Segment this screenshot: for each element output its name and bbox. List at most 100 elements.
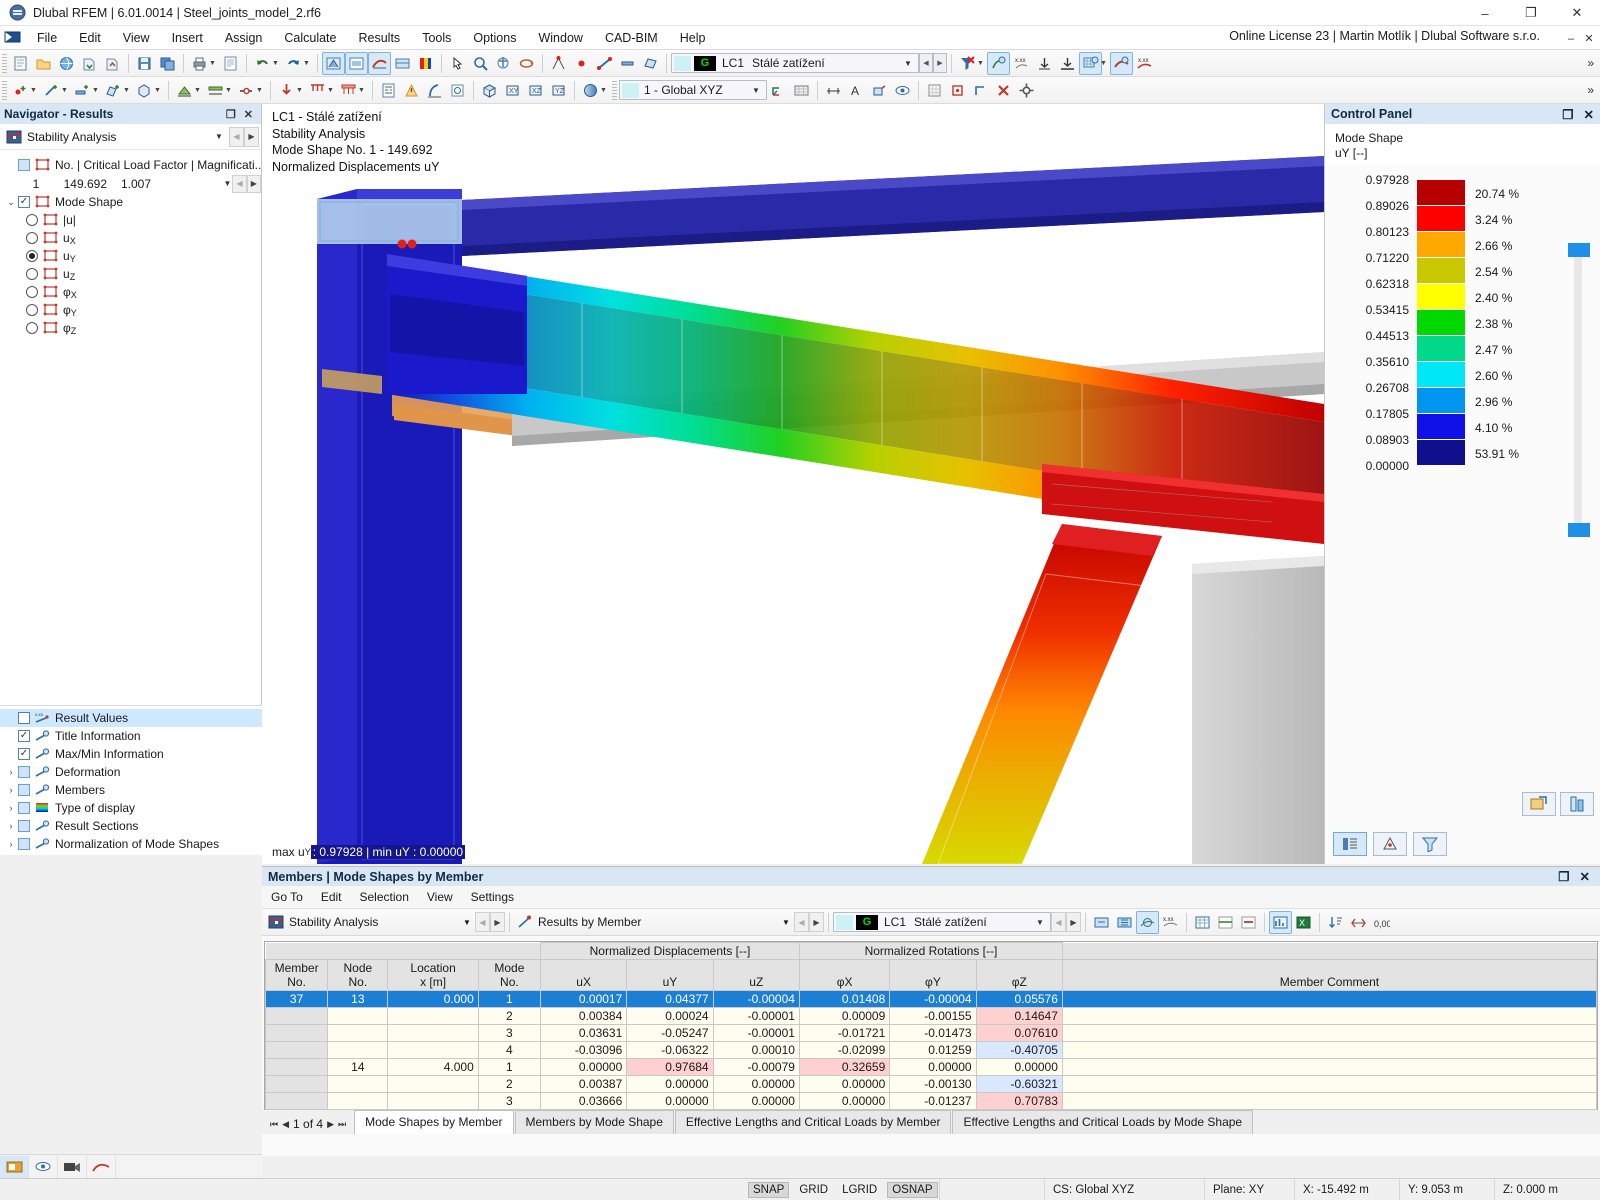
- table-select-all-icon[interactable]: [1113, 911, 1136, 934]
- surface-load-caret-icon[interactable]: ▼: [357, 87, 366, 94]
- legend-bar-0[interactable]: [1417, 180, 1465, 206]
- table-load-case-combobox[interactable]: G LC1 Stálé zatížení ▼: [833, 912, 1051, 932]
- rendering-mode-caret-icon[interactable]: ▼: [599, 87, 608, 94]
- legend-bar-2[interactable]: [1417, 232, 1465, 258]
- show-surfaces-icon[interactable]: [391, 52, 414, 75]
- menu-edit[interactable]: Edit: [68, 28, 112, 48]
- table-show-values-icon[interactable]: [1136, 911, 1159, 934]
- menu-help[interactable]: Help: [669, 28, 717, 48]
- tab-members-by-mode-shape[interactable]: Members by Mode Shape: [515, 1110, 674, 1134]
- legend-slider-bottom-handle[interactable]: [1568, 523, 1590, 537]
- view-xz-icon[interactable]: XZ: [524, 79, 547, 102]
- new-file-icon[interactable]: [9, 52, 32, 75]
- table-menu-settings[interactable]: Settings: [462, 888, 523, 906]
- nodal-support-caret-icon[interactable]: ▼: [193, 87, 202, 94]
- table-filter-icon[interactable]: [1191, 911, 1214, 934]
- table-optimize-icon[interactable]: [1347, 911, 1370, 934]
- chevron-down-icon[interactable]: ▼: [459, 918, 475, 927]
- lgrid-toggle[interactable]: LGRID: [838, 1183, 881, 1197]
- display-item-deformation[interactable]: › Deformation: [0, 763, 262, 781]
- legend-bar-5[interactable]: [1417, 310, 1465, 336]
- result-diagram-icon[interactable]: [1110, 52, 1133, 75]
- table-analysis-selector[interactable]: Stability Analysis: [289, 915, 459, 929]
- members-checkbox[interactable]: [18, 784, 30, 796]
- table-delete-row-icon[interactable]: [1237, 911, 1260, 934]
- table-menu-selection[interactable]: Selection: [351, 888, 418, 906]
- results-table-restore-icon[interactable]: ❐: [1558, 869, 1569, 884]
- diagram-icon[interactable]: [87, 1156, 116, 1178]
- document-close-button[interactable]: ✕: [1580, 30, 1598, 47]
- col-uy[interactable]: uY: [627, 960, 713, 991]
- export-icon[interactable]: [101, 52, 124, 75]
- col-mode-no[interactable]: ModeNo.: [478, 960, 540, 991]
- radio-phix[interactable]: [26, 286, 38, 298]
- new-surface-caret-icon[interactable]: ▼: [122, 87, 131, 94]
- col-location[interactable]: Locationx [m]: [388, 960, 478, 991]
- result-sections-checkbox[interactable]: [18, 820, 30, 832]
- chevron-right-icon[interactable]: ›: [4, 821, 18, 831]
- video-camera-icon[interactable]: [58, 1156, 87, 1178]
- table-menu-go-to[interactable]: Go To: [262, 888, 312, 906]
- col-phiz[interactable]: φZ: [976, 960, 1062, 991]
- results-on-members-icon[interactable]: [1033, 52, 1056, 75]
- pager-first-button[interactable]: ⏮: [270, 1119, 278, 1130]
- open-file-icon[interactable]: [32, 52, 55, 75]
- tab-mode-shapes-by-member[interactable]: Mode Shapes by Member: [354, 1110, 513, 1134]
- display-item-members[interactable]: › Members: [0, 781, 262, 799]
- toolbar-overflow-button[interactable]: »: [1587, 83, 1594, 97]
- pager-last-button[interactable]: ⏭: [338, 1119, 346, 1130]
- navigator-restore-icon[interactable]: ❐: [226, 108, 236, 121]
- table-row[interactable]: 3 0.03631 -0.05247 -0.00001 -0.01721 -0.…: [266, 1025, 1597, 1042]
- printout-report-icon[interactable]: [219, 52, 242, 75]
- menu-results[interactable]: Results: [348, 28, 412, 48]
- table-row[interactable]: 37 13 0.000 1 0.00017 0.04377 -0.00004 0…: [266, 991, 1597, 1008]
- new-member-caret-icon[interactable]: ▼: [91, 87, 100, 94]
- col-member-comment[interactable]: Member Comment: [1062, 960, 1596, 991]
- chevron-right-icon[interactable]: ›: [4, 839, 18, 849]
- legend-bar-8[interactable]: [1417, 388, 1465, 414]
- table-chart-icon[interactable]: [1269, 911, 1292, 934]
- load-case-prev-button[interactable]: ◀: [919, 53, 933, 73]
- component-abs-u[interactable]: |u|: [0, 211, 261, 229]
- mode-shape-3d-render[interactable]: [262, 104, 1324, 864]
- visibility-eye-icon[interactable]: [29, 1156, 58, 1178]
- menu-view[interactable]: View: [112, 28, 161, 48]
- new-line-caret-icon[interactable]: ▼: [60, 87, 69, 94]
- show-result-values-icon[interactable]: [987, 52, 1010, 75]
- delete-icon[interactable]: [992, 79, 1015, 102]
- col-uz[interactable]: uZ: [713, 960, 799, 991]
- display-item-result-sections[interactable]: › Result Sections: [0, 817, 262, 835]
- display-item-type-of-display[interactable]: › Type of display: [0, 799, 262, 817]
- control-panel-tab-filter[interactable]: [1413, 832, 1447, 856]
- new-solid-caret-icon[interactable]: ▼: [153, 87, 162, 94]
- chevron-down-icon[interactable]: ▼: [748, 86, 764, 95]
- display-item-maxmin-information[interactable]: ✓ Max/Min Information: [0, 745, 262, 763]
- table-insert-row-icon[interactable]: [1214, 911, 1237, 934]
- control-panel-tab-color-scale[interactable]: [1333, 832, 1367, 856]
- calculate-icon[interactable]: [377, 79, 400, 102]
- chevron-down-icon[interactable]: ⌄: [4, 197, 18, 208]
- col-node-no[interactable]: NodeNo.: [328, 960, 388, 991]
- navigator-close-icon[interactable]: ✕: [244, 108, 253, 121]
- legend-scale-settings-icon[interactable]: [1560, 792, 1594, 816]
- document-minimize-button[interactable]: –: [1562, 30, 1580, 47]
- maxmin-information-checkbox[interactable]: ✓: [18, 748, 30, 760]
- control-panel-close-icon[interactable]: ✕: [1584, 107, 1594, 122]
- osnap-toggle[interactable]: OSNAP: [887, 1182, 937, 1198]
- table-row[interactable]: 4 -0.03096 -0.06322 0.00010 -0.02099 0.0…: [266, 1042, 1597, 1059]
- toolbar-grip[interactable]: [2, 54, 7, 73]
- results-table-close-icon[interactable]: ✕: [1580, 869, 1590, 884]
- stability-icon[interactable]: [423, 79, 446, 102]
- tab-effective-lengths-by-member[interactable]: Effective Lengths and Critical Loads by …: [675, 1110, 952, 1134]
- table-analysis-prev-button[interactable]: ◀: [475, 912, 490, 932]
- grid-snap-icon[interactable]: [923, 79, 946, 102]
- analysis-next-button[interactable]: ▶: [244, 127, 259, 147]
- toolbar-overflow-button[interactable]: »: [1587, 56, 1594, 70]
- analysis-prev-button[interactable]: ◀: [229, 127, 244, 147]
- render-model-icon[interactable]: [345, 52, 368, 75]
- menu-tools[interactable]: Tools: [411, 28, 462, 48]
- table-lc-prev-button[interactable]: ◀: [1051, 912, 1066, 932]
- chevron-right-icon[interactable]: ›: [4, 803, 18, 813]
- display-item-normalization-of-mode-shapes[interactable]: › Normalization of Mode Shapes: [0, 835, 262, 853]
- chevron-down-icon[interactable]: ▼: [778, 918, 794, 927]
